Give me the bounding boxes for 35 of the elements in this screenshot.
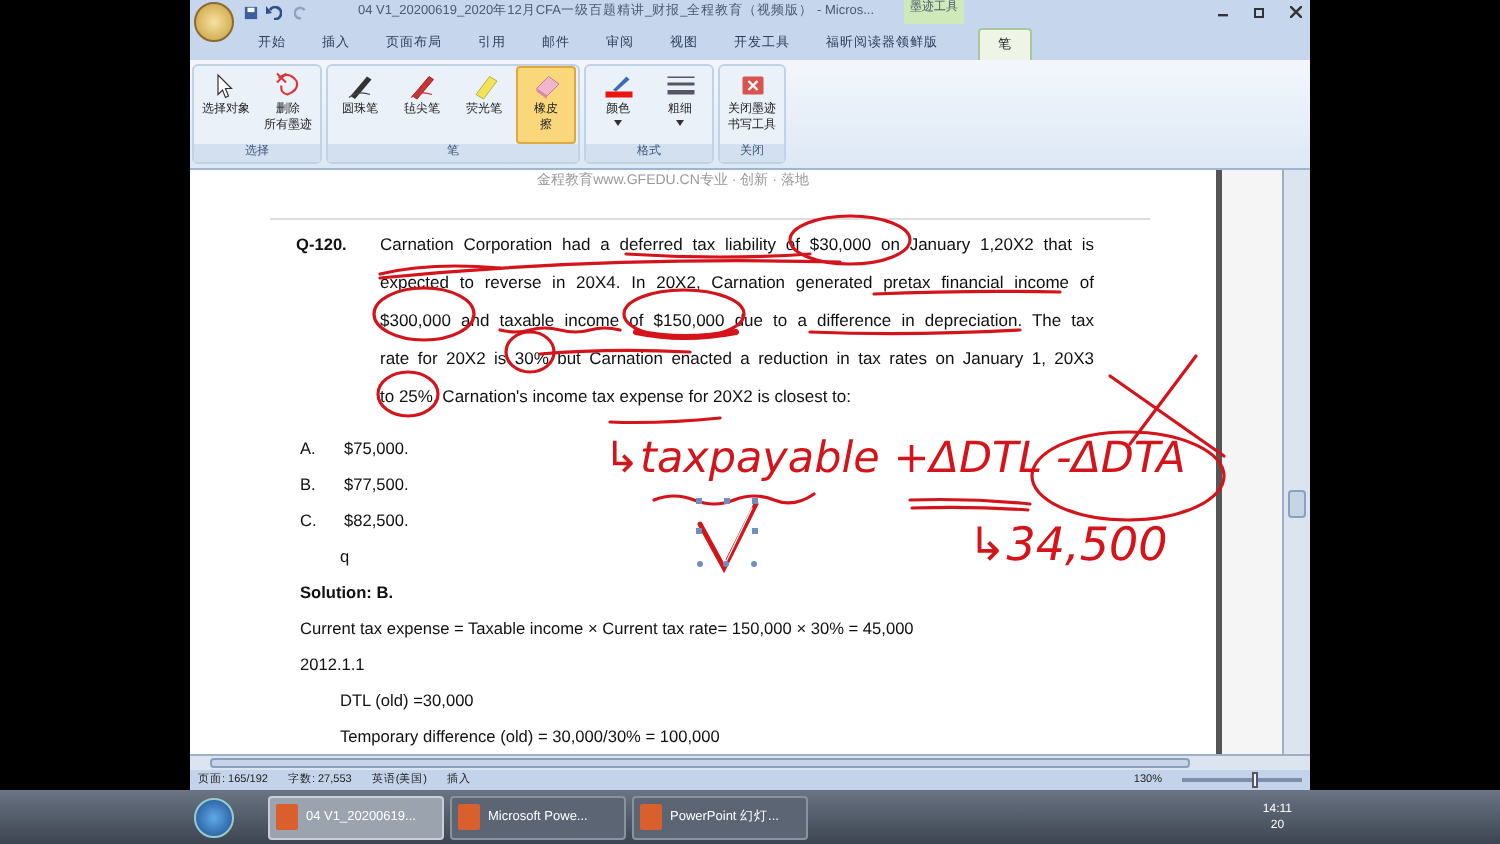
option-letter: A. [300,435,318,461]
start-button[interactable] [194,797,234,837]
option-text: $77,500. [344,471,409,497]
question-number: Q-120. [296,232,349,258]
option-letter: B. [300,471,318,497]
vertical-scrollbar[interactable] [1282,170,1310,754]
solution-line: 2012.1.1 [300,652,367,678]
save-icon[interactable] [244,5,258,19]
felt-pen-icon [407,72,437,102]
app-icon [640,804,662,830]
solution-heading: Solution: B. [300,580,396,606]
erase-all-icon [273,72,303,102]
pen-color-icon [603,72,633,102]
option-text: $82,500. [344,507,409,533]
restore-icon[interactable] [1254,6,1266,18]
office-logo-icon[interactable] [194,2,234,42]
solution-line: DTL (old) =30,000 [340,688,476,714]
close-icon[interactable] [1290,6,1302,18]
highlighter-icon [469,72,499,102]
pen-icon [345,72,375,102]
solution-line: Temporary difference (old) = 30,000/30% = 100,000 [340,724,722,750]
scrollbar-thumb[interactable] [210,758,1190,768]
horizontal-scrollbar[interactable] [190,754,1310,770]
stray-text: q [340,544,350,570]
handwritten-note: ↳taxpayable +ΔDTL -ΔDTA [604,438,1186,481]
app-icon [276,804,298,830]
option-text: $75,000. [344,435,409,461]
undo-icon[interactable] [266,5,282,19]
handwritten-note: ↳34,500 [968,524,1168,570]
zoom-slider-thumb[interactable] [1252,772,1259,788]
eraser-icon [531,72,561,102]
option-letter: C. [300,507,319,533]
scrollbar-thumb[interactable] [1288,490,1306,518]
app-icon [458,804,480,830]
solution-line: Current tax expense = Taxable income × Current tax rate= 150,000 × 30% = 45,000 [300,616,916,642]
